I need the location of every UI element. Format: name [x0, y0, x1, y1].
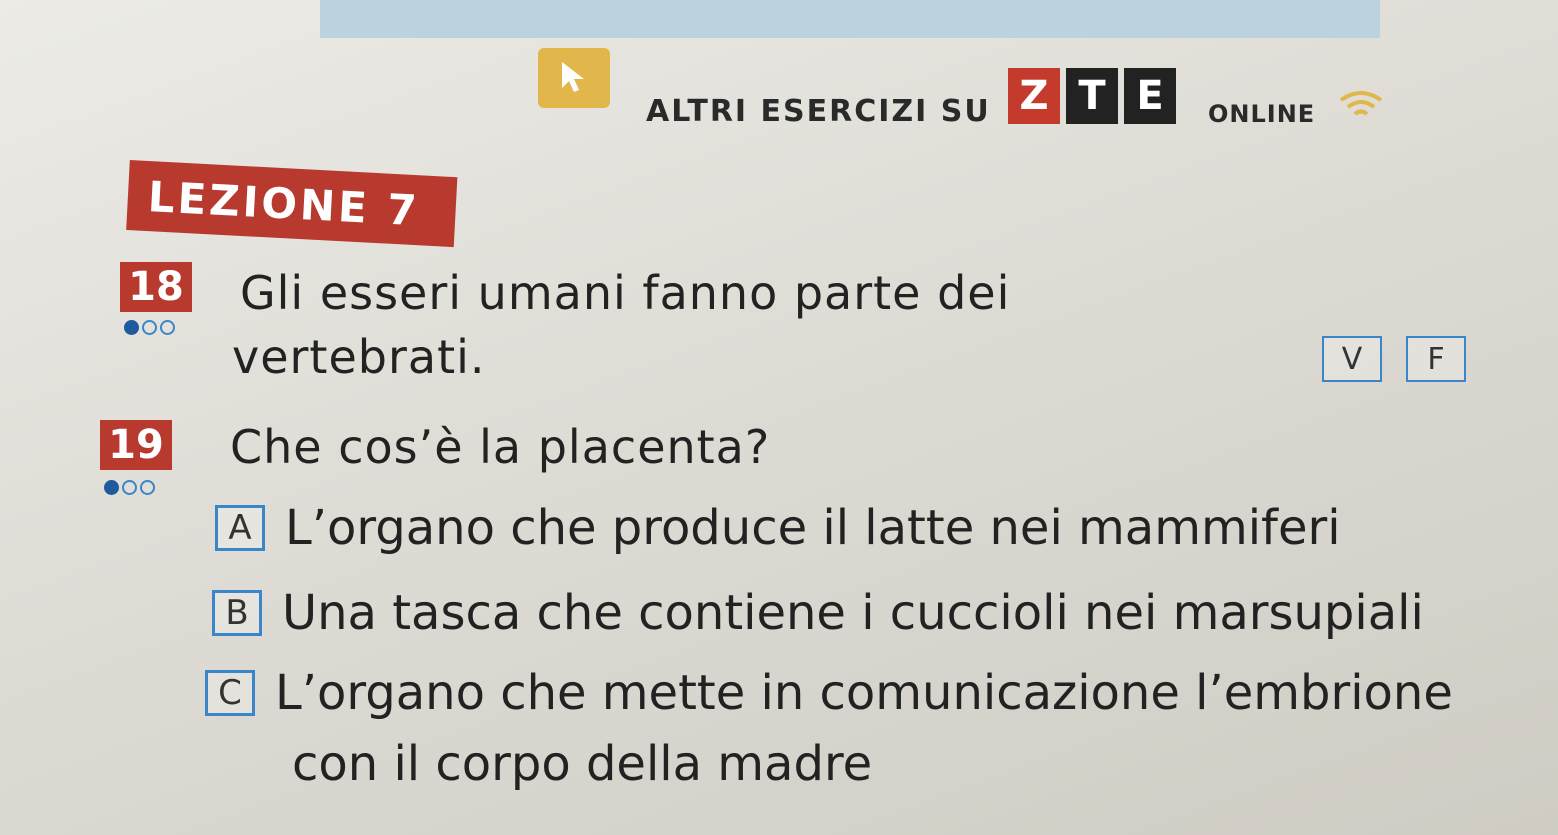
- logo-letter-t: T: [1066, 68, 1118, 124]
- option-text-continuation: con il corpo della madre: [292, 736, 873, 792]
- banner-suffix: ONLINE: [1208, 100, 1316, 128]
- zte-logo: Z T E: [1008, 68, 1176, 124]
- wifi-icon: [1339, 91, 1383, 116]
- question-text-line1: Gli esseri umani fanno parte dei: [240, 266, 1011, 320]
- difficulty-indicator: [124, 320, 175, 335]
- answer-option-c[interactable]: C L’organo che mette in comunicazione l’…: [205, 665, 1453, 721]
- option-text: Una tasca che contiene i cuccioli nei ma…: [282, 585, 1424, 641]
- true-checkbox[interactable]: V: [1322, 336, 1382, 382]
- lesson-label: LEZIONE 7: [126, 160, 458, 248]
- question-number: 19: [100, 420, 172, 470]
- logo-letter-z: Z: [1008, 68, 1060, 124]
- option-checkbox[interactable]: A: [215, 505, 265, 551]
- cursor-icon: [538, 48, 610, 108]
- difficulty-dot-empty: [122, 480, 137, 495]
- answer-option-b[interactable]: B Una tasca che contiene i cuccioli nei …: [212, 585, 1424, 641]
- banner-prefix: ALTRI ESERCIZI SU: [646, 94, 991, 129]
- option-checkbox[interactable]: B: [212, 590, 262, 636]
- difficulty-dot-filled: [124, 320, 139, 335]
- difficulty-dot-empty: [140, 480, 155, 495]
- question-number: 18: [120, 262, 192, 312]
- difficulty-dot-empty: [142, 320, 157, 335]
- answer-option-a[interactable]: A L’organo che produce il latte nei mamm…: [215, 500, 1341, 556]
- false-checkbox[interactable]: F: [1406, 336, 1466, 382]
- option-text: L’organo che mette in comunicazione l’em…: [275, 665, 1453, 721]
- option-text: L’organo che produce il latte nei mammif…: [285, 500, 1341, 556]
- logo-letter-e: E: [1124, 68, 1176, 124]
- difficulty-dot-filled: [104, 480, 119, 495]
- difficulty-indicator: [104, 480, 155, 495]
- question-text: Che cos’è la placenta?: [230, 420, 771, 474]
- question-text-line2: vertebrati.: [232, 330, 486, 384]
- top-color-band: [320, 0, 1380, 38]
- option-checkbox[interactable]: C: [205, 670, 255, 716]
- difficulty-dot-empty: [160, 320, 175, 335]
